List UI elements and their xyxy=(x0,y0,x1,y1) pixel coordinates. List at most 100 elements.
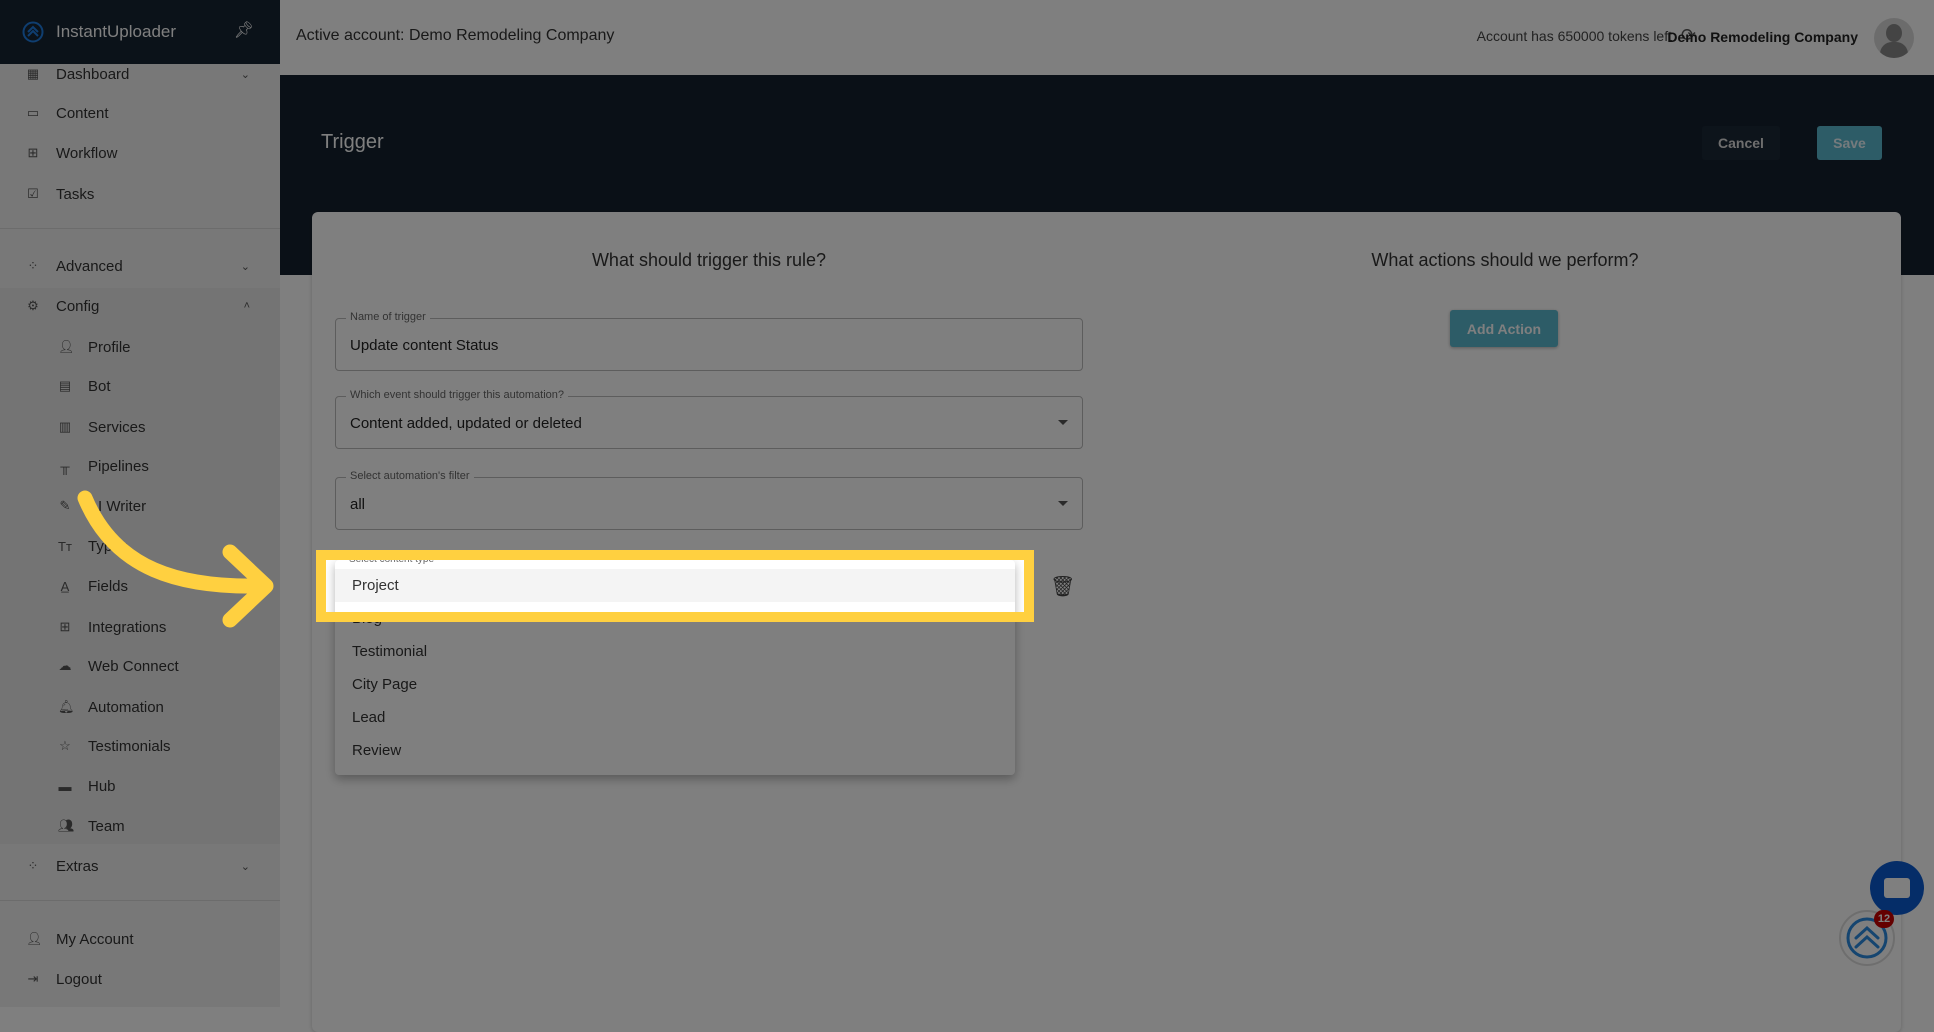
menu-item-testimonial[interactable]: Testimonial xyxy=(335,635,1015,668)
chevron-up-icon: ˄ xyxy=(243,300,250,312)
sidebar-item-dashboard[interactable]: ▦ Dashboard ⌄ xyxy=(0,56,280,92)
person-icon: 👤︎ xyxy=(58,339,75,354)
company-name[interactable]: Demo Remodeling Company xyxy=(1667,29,1858,45)
sidebar-item-label: Hub xyxy=(88,777,116,795)
sidebar-item-profile[interactable]: 👤︎ Profile xyxy=(0,329,280,365)
sidebar: InstantUploader 📌︎ ▦ Dashboard ⌄ ▭ Content … xyxy=(0,0,280,1007)
plus-box-icon: ⊞ xyxy=(59,619,71,634)
sidebar-item-team[interactable]: 👥︎ Team xyxy=(0,808,280,844)
sidebar-item-config[interactable]: ⚙ Config ˄ xyxy=(0,288,280,324)
actions-heading: What actions should we perform? xyxy=(1371,250,1639,270)
sidebar-item-label: AI Writer xyxy=(88,497,147,515)
sidebar-item-label: Web Connect xyxy=(88,657,179,675)
sidebar-item-integrations[interactable]: ⊞ Integrations xyxy=(0,609,280,645)
folder-icon: ▭ xyxy=(26,105,40,120)
sidebar-item-label: Content xyxy=(56,104,109,122)
sidebar-item-advanced[interactable]: ⁘ Advanced ⌄ xyxy=(0,248,280,284)
sidebar-item-content[interactable]: ▭ Content xyxy=(0,95,280,131)
sidebar-item-label: Team xyxy=(88,817,125,835)
sidebar-item-ai-writer[interactable]: ✎ AI Writer xyxy=(0,488,280,524)
sidebar-item-label: Testimonials xyxy=(88,737,171,755)
sidebar-item-testimonials[interactable]: ☆ Testimonials xyxy=(0,728,280,764)
pencil-icon: ✎ xyxy=(59,498,71,513)
divider xyxy=(0,900,280,901)
field-label: Name of trigger xyxy=(346,311,430,323)
chat-widget-button[interactable] xyxy=(1870,861,1924,915)
apps-icon: ⁘ xyxy=(27,258,39,273)
grid-icon: ⊞ xyxy=(27,145,39,160)
checkbox-icon: ☑ xyxy=(27,186,39,201)
sidebar-item-label: Services xyxy=(88,418,146,436)
sidebar-item-label: Fields xyxy=(88,577,129,595)
sidebar-item-hub[interactable]: ▬ Hub xyxy=(0,768,280,804)
sidebar-item-label: Types xyxy=(88,537,129,555)
sidebar-item-label: Profile xyxy=(88,338,131,356)
sidebar-item-label: Logout xyxy=(56,970,102,988)
sidebar-item-bot[interactable]: ▤ Bot xyxy=(0,368,280,404)
pipeline-icon: ╥ xyxy=(60,458,70,474)
menu-item-review[interactable]: Review xyxy=(335,734,1015,767)
topbar: Active account: Demo Remodeling Company … xyxy=(280,0,1934,75)
app-name: InstantUploader xyxy=(56,22,177,41)
cancel-button[interactable]: Cancel xyxy=(1702,126,1780,160)
sidebar-item-label: Advanced xyxy=(56,257,123,275)
chat-icon: ▤ xyxy=(58,378,72,393)
field-value: Update content Status xyxy=(350,337,499,354)
dashboard-icon: ▦ xyxy=(26,66,40,81)
sidebar-item-web-connect[interactable]: ☁︎ Web Connect xyxy=(0,648,280,684)
text-size-icon: Tт xyxy=(58,538,72,554)
logo-icon xyxy=(22,21,44,43)
sidebar-item-services[interactable]: ▥ Services xyxy=(0,409,280,445)
filter-select[interactable]: Select automation's filter all xyxy=(335,470,1083,530)
sidebar-item-fields[interactable]: A̲ Fields xyxy=(0,568,280,604)
field-label: Select automation's filter xyxy=(346,470,474,482)
trash-icon[interactable]: 🗑︎ xyxy=(1050,574,1075,599)
menu-item-city-page[interactable]: City Page xyxy=(335,668,1015,701)
sidebar-item-tasks[interactable]: ☑ Tasks xyxy=(0,176,280,212)
sidebar-item-my-account[interactable]: 👤︎ My Account xyxy=(0,921,280,957)
sidebar-item-label: Config xyxy=(56,297,100,315)
bell-icon: 🔔︎ xyxy=(58,699,75,714)
sidebar-item-label: Dashboard xyxy=(56,65,130,83)
sidebar-item-automation[interactable]: 🔔︎ Automation xyxy=(0,689,280,725)
sidebar-item-label: Pipelines xyxy=(88,457,149,475)
sidebar-item-workflow[interactable]: ⊞ Workflow xyxy=(0,135,280,171)
add-action-button[interactable]: Add Action xyxy=(1450,310,1558,347)
hub-icon: ▬ xyxy=(58,778,72,794)
chevron-down-icon: ⌄ xyxy=(240,860,250,873)
save-button[interactable]: Save xyxy=(1817,126,1882,160)
tokens-left: Account has 650000 tokens left xyxy=(1476,28,1672,44)
sidebar-item-pipelines[interactable]: ╥ Pipelines xyxy=(0,448,280,484)
chevron-down-icon: ⌄ xyxy=(240,260,250,273)
caret-down-icon xyxy=(1058,420,1068,425)
sidebar-item-label: Workflow xyxy=(56,144,118,162)
sidebar-item-label: Extras xyxy=(56,857,99,875)
chat-icon xyxy=(1884,878,1910,898)
notification-badge: 12 xyxy=(1874,910,1894,928)
field-value: all xyxy=(350,496,366,513)
menu-item-lead[interactable]: Lead xyxy=(335,701,1015,734)
divider xyxy=(0,228,280,229)
star-icon: ☆ xyxy=(59,738,71,753)
avatar[interactable] xyxy=(1874,18,1914,58)
field-label: Which event should trigger this automati… xyxy=(346,389,569,401)
building-icon: ▥ xyxy=(58,419,72,434)
sidebar-item-label: Tasks xyxy=(56,185,95,203)
team-icon: 👥︎ xyxy=(58,818,75,833)
event-select[interactable]: Which event should trigger this automati… xyxy=(335,389,1083,449)
pin-icon[interactable]: 📌︎ xyxy=(234,20,254,40)
trigger-name-input[interactable]: Name of trigger Update content Status xyxy=(335,311,1083,371)
field-icon: A̲ xyxy=(60,578,70,594)
page-title: Trigger xyxy=(321,131,384,153)
chevron-down-icon: ⌄ xyxy=(240,68,250,81)
highlight-box xyxy=(316,550,1034,622)
sidebar-item-extras[interactable]: ⁘ Extras ⌄ xyxy=(0,848,280,884)
sidebar-item-types[interactable]: Tт Types xyxy=(0,528,280,564)
logo-bar: InstantUploader 📌︎ xyxy=(0,0,280,64)
field-value: Content added, updated or deleted xyxy=(350,415,582,432)
cloud-icon: ☁︎ xyxy=(58,658,72,673)
gear-icon: ⚙ xyxy=(27,298,39,313)
active-account: Active account: Demo Remodeling Company xyxy=(296,27,615,44)
sidebar-item-logout[interactable]: ⇥ Logout xyxy=(0,961,280,997)
person-icon: 👤︎ xyxy=(26,931,43,946)
